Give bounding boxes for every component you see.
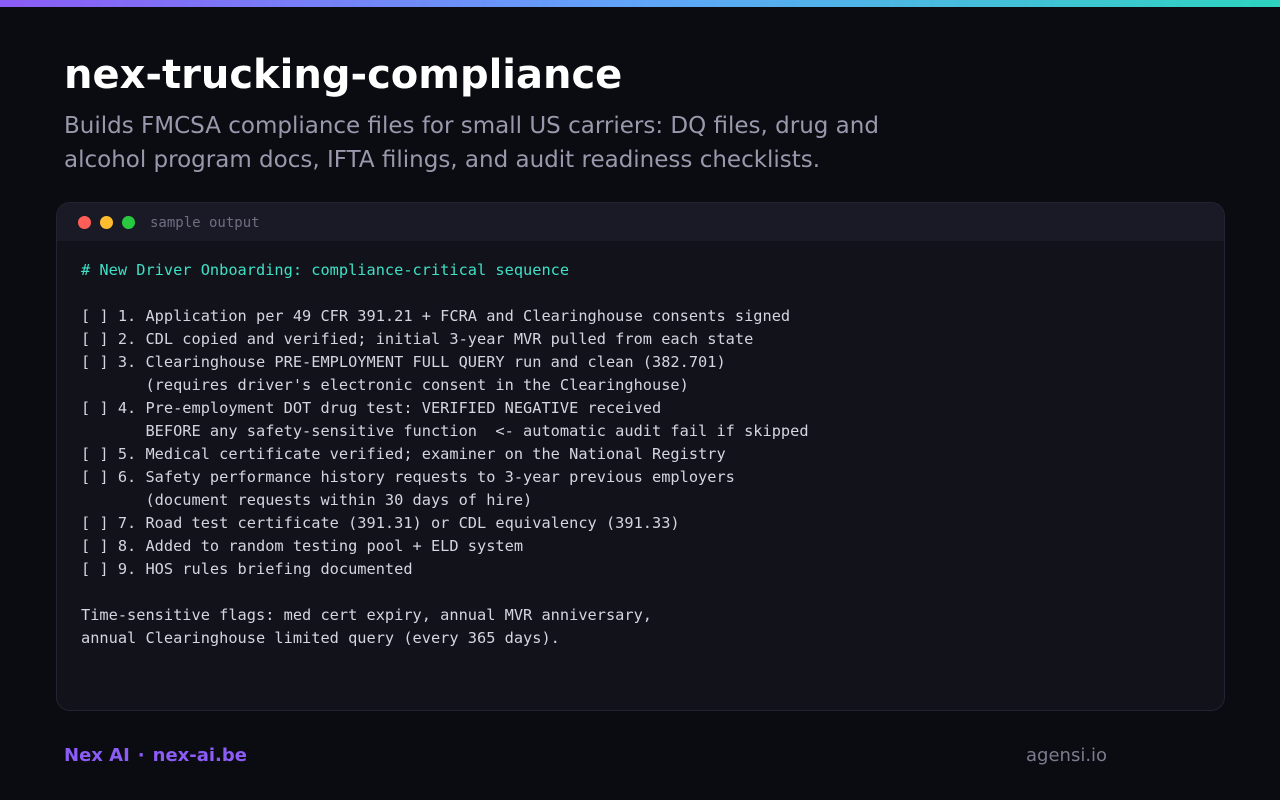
checklist-item-9: [ ] 9. HOS rules briefing documented [81,560,413,578]
window-titlebar: sample output [57,203,1224,241]
top-gradient-bar [0,0,1280,7]
checklist-item-2: [ ] 2. CDL copied and verified; initial … [81,330,754,348]
website-link[interactable]: nex-ai.be [153,745,247,766]
terminal-body: # New Driver Onboarding: compliance-crit… [81,259,1204,650]
sample-output-window: sample output # New Driver Onboarding: c… [56,202,1225,711]
minimize-dot-icon [100,216,113,229]
checklist-item-1: [ ] 1. Application per 49 CFR 391.21 + F… [81,307,791,325]
close-dot-icon [78,216,91,229]
footer-separator: · [137,745,145,766]
checklist-item-6-note: (document requests within 30 days of hir… [81,491,533,509]
checklist-item-4-note: BEFORE any safety-sensitive function <- … [81,422,809,440]
brand-name: Nex AI [64,745,130,766]
page-subtitle: Builds FMCSA compliance files for small … [64,113,879,173]
checklist-item-4: [ ] 4. Pre-employment DOT drug test: VER… [81,399,662,417]
checklist-item-3-note: (requires driver's electronic consent in… [81,376,689,394]
checklist-item-5: [ ] 5. Medical certificate verified; exa… [81,445,726,463]
output-heading: # New Driver Onboarding: compliance-crit… [81,261,570,279]
window-label: sample output [150,215,260,231]
time-sensitive-flags-cont: annual Clearinghouse limited query (ever… [81,629,560,647]
footer-credit[interactable]: agensi.io [1026,744,1107,768]
maximize-dot-icon [122,216,135,229]
footer-brand: Nex AI · nex-ai.be [64,744,247,768]
checklist-item-6: [ ] 6. Safety performance history reques… [81,468,735,486]
checklist-item-3: [ ] 3. Clearinghouse PRE-EMPLOYMENT FULL… [81,353,726,371]
checklist-item-7: [ ] 7. Road test certificate (391.31) or… [81,514,680,532]
time-sensitive-flags: Time-sensitive flags: med cert expiry, a… [81,606,652,624]
checklist-item-8: [ ] 8. Added to random testing pool + EL… [81,537,524,555]
page-title: nex-trucking-compliance [64,52,623,98]
